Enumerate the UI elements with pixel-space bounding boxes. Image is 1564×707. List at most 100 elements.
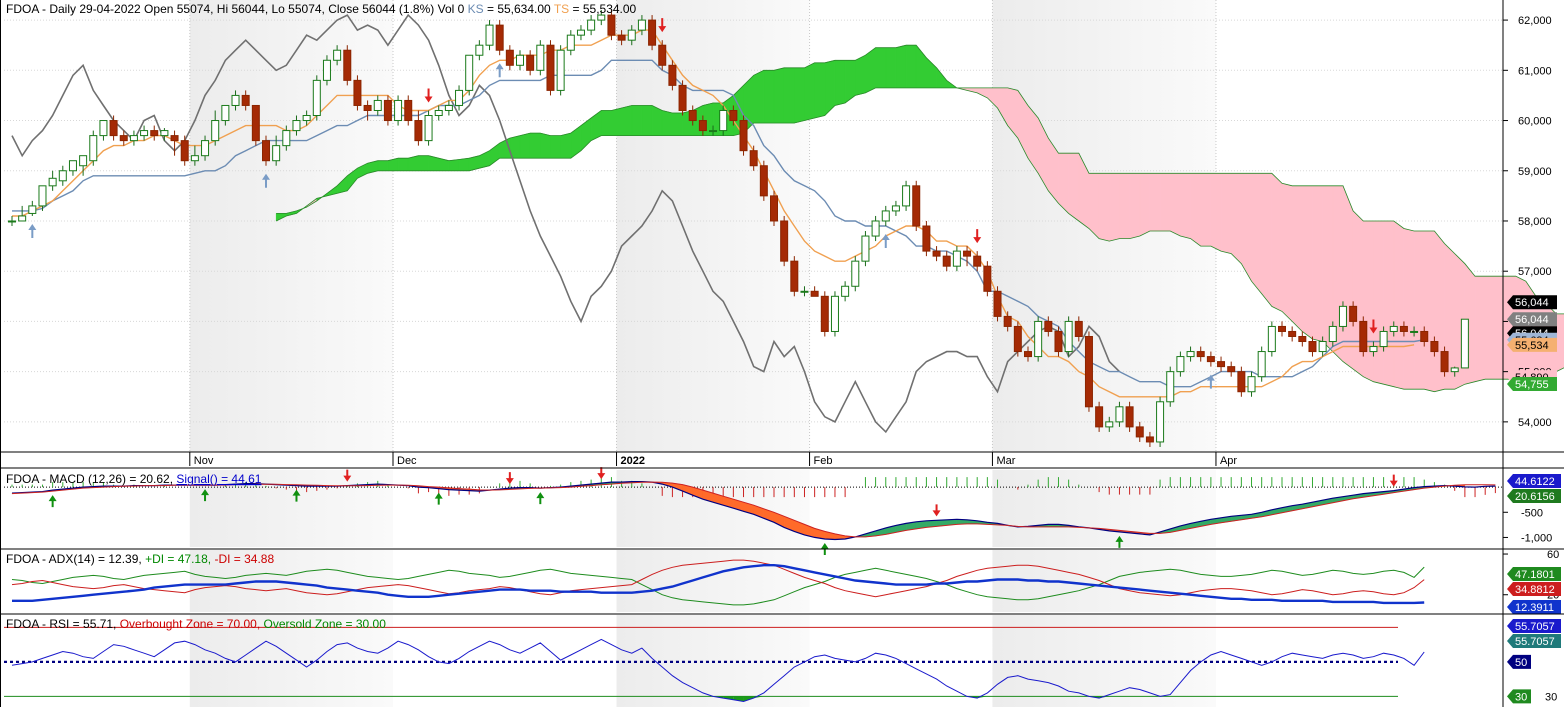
candle-up xyxy=(800,290,809,293)
price-ytick-label: 61,000 xyxy=(1518,65,1552,77)
candle-up xyxy=(1176,356,1185,373)
candle-up xyxy=(1156,401,1165,443)
candle-down xyxy=(739,120,748,152)
chikou-span-line xyxy=(11,13,1120,434)
month-label: Dec xyxy=(397,455,417,467)
kumo-cloud-segment xyxy=(875,47,887,89)
candle-up xyxy=(952,250,961,267)
candle-down xyxy=(810,290,819,297)
candle-down xyxy=(1044,320,1053,332)
kumo-cloud-segment xyxy=(1291,185,1303,333)
rsi-value-tag: 55.7057 xyxy=(1507,634,1561,648)
kumo-cloud-segment xyxy=(540,132,551,159)
kumo-cloud-segment xyxy=(1129,173,1141,239)
price-value-tag-label: 55,534 xyxy=(1515,340,1549,352)
kumo-cloud-segment xyxy=(1180,173,1191,239)
candle-up xyxy=(1257,351,1266,378)
candle-up xyxy=(566,34,575,51)
candle-down xyxy=(262,140,270,162)
candle-down xyxy=(1399,325,1408,332)
candle-down xyxy=(251,104,260,142)
month-label: Nov xyxy=(194,455,214,467)
candle-down xyxy=(607,14,616,36)
price-value-tag-label: 56,044 xyxy=(1515,314,1549,326)
candle-up xyxy=(851,260,860,287)
month-label: Apr xyxy=(1220,455,1237,467)
kumo-cloud-segment xyxy=(570,125,582,159)
ichimoku-buy-arrow xyxy=(881,234,890,248)
kumo-cloud-segment xyxy=(905,44,917,89)
kumo-cloud-segment xyxy=(1200,173,1212,247)
candle-up xyxy=(1389,325,1398,332)
kumo-cloud-segment xyxy=(661,110,673,136)
candle-down xyxy=(414,120,423,142)
kumo-cloud-segment xyxy=(976,87,988,99)
candle-up xyxy=(576,29,585,36)
candle-up xyxy=(1064,320,1073,353)
kumo-cloud-segment xyxy=(672,112,683,136)
price-ytick-label: 54,000 xyxy=(1518,417,1552,429)
candle-down xyxy=(150,130,159,137)
candle-up xyxy=(881,210,890,222)
kumo-cloud-segment xyxy=(1373,220,1384,385)
ichimoku-sell-arrow xyxy=(973,229,982,244)
kumo-cloud-segment xyxy=(1098,173,1110,242)
kumo-cloud-segment xyxy=(560,132,572,159)
chart-canvas: 62,000 61,000 60,000 59,000 58,000 57,000 56,0… xyxy=(0,0,1564,707)
candle-up xyxy=(637,19,646,31)
kumo-cloud-segment xyxy=(377,160,389,172)
candle-down xyxy=(668,64,677,86)
kumo-cloud-segment xyxy=(1271,172,1283,312)
candle-up xyxy=(160,130,169,137)
candle-down xyxy=(983,265,992,292)
kumo-cloud-segment xyxy=(773,67,785,124)
kumo-cloud-segment xyxy=(936,67,947,89)
macd-buy-arrow xyxy=(434,492,443,505)
candle-down xyxy=(790,260,799,292)
candle-down xyxy=(1278,325,1286,332)
rsi-ytick-label: 30 xyxy=(1545,691,1557,703)
candle-up xyxy=(1166,371,1175,403)
candle-down xyxy=(1237,371,1246,393)
kumo-cloud-segment xyxy=(1281,182,1293,323)
candle-up xyxy=(709,130,718,133)
kumo-cloud-segment xyxy=(753,69,765,124)
candle-up xyxy=(1410,330,1419,333)
candle-up xyxy=(201,140,210,157)
macd-value-tag-label: 20.6156 xyxy=(1515,491,1555,503)
candle-down xyxy=(1430,341,1439,353)
adx-value-tag: 34.8812 xyxy=(1507,582,1561,596)
candle-down xyxy=(1206,356,1215,363)
kumo-cloud-segment xyxy=(814,62,826,119)
candle-up xyxy=(871,220,880,237)
kumo-cloud-segment xyxy=(1068,152,1080,222)
candle-up xyxy=(28,205,37,214)
macd-buy-arrow xyxy=(48,495,57,508)
candle-down xyxy=(1288,330,1297,337)
candle-down xyxy=(688,109,697,122)
macd-ytick-label: -500 xyxy=(1521,507,1543,519)
candle-down xyxy=(1054,330,1063,353)
kumo-cloud-segment xyxy=(763,70,775,124)
candle-down xyxy=(1024,351,1032,358)
candle-down xyxy=(1125,406,1134,428)
candle-down xyxy=(1440,351,1449,373)
candle-down xyxy=(546,44,555,91)
adx-value-tag: 47.1801 xyxy=(1507,567,1561,581)
price-ytick-label: 62,000 xyxy=(1518,15,1552,27)
kumo-cloud-segment xyxy=(1149,173,1161,232)
candle-down xyxy=(1145,436,1154,443)
macd-sell-arrow xyxy=(1389,474,1398,487)
candle-down xyxy=(770,195,778,222)
candle-up xyxy=(302,115,311,122)
candle-down xyxy=(963,250,972,257)
kumo-cloud-segment xyxy=(631,105,643,136)
price-ytick-label: 57,000 xyxy=(1518,266,1552,278)
candle-up xyxy=(1034,320,1043,358)
month-label: Feb xyxy=(814,455,833,467)
candle-up xyxy=(231,94,240,106)
macd-value-tag-label: 44.6122 xyxy=(1515,476,1555,488)
candle-up xyxy=(312,79,321,117)
candle-up xyxy=(211,120,220,142)
kumo-cloud-segment xyxy=(621,105,633,136)
